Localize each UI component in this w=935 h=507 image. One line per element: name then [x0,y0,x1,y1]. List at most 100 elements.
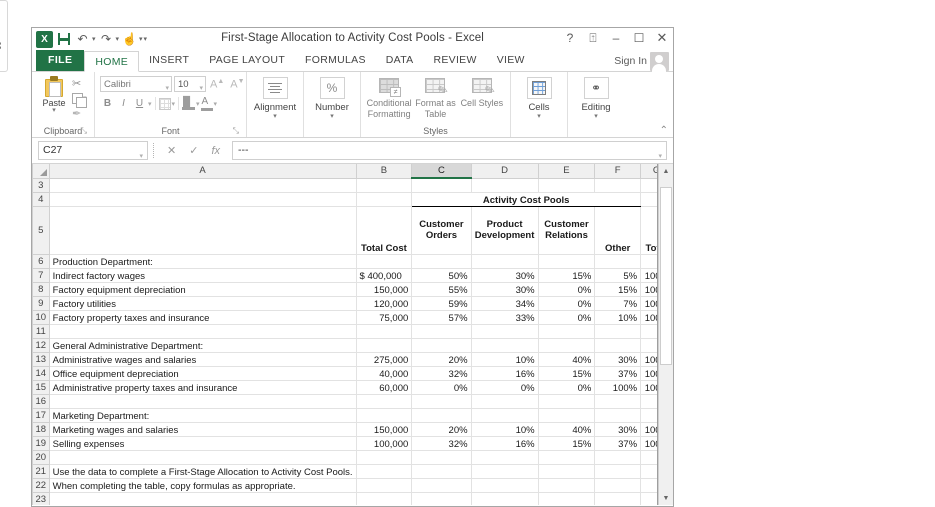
cell-c14[interactable]: 32% [411,365,472,381]
font-color-caret-icon[interactable]: ▾ [214,100,218,108]
cell-b13[interactable]: 275,000 [355,351,413,367]
cell-c15[interactable]: 0% [411,379,472,395]
cell-e11[interactable] [537,323,596,339]
cell-e18[interactable]: 40% [537,421,596,437]
cell-b12[interactable] [355,337,413,353]
ribbon-display-options-button[interactable]: ⍐ [586,31,600,46]
row-header-5[interactable]: 5 [32,205,50,255]
cell-b22[interactable] [355,477,413,493]
cell-f6[interactable] [594,253,642,269]
alignment-button[interactable]: Alignment ▾ [252,74,298,120]
cell-f19[interactable]: 37% [594,435,642,451]
cell-e7[interactable]: 15% [537,267,596,283]
row-header-3[interactable]: 3 [32,177,50,193]
cell-f21[interactable] [594,463,642,479]
cell-b17[interactable] [355,407,413,423]
paste-button[interactable]: Paste ▾ [37,74,71,114]
tab-insert[interactable]: INSERT [139,50,199,71]
cell-f11[interactable] [594,323,642,339]
cell-c18[interactable]: 20% [411,421,472,437]
cell-a11[interactable] [48,323,357,339]
borders-caret-icon[interactable]: ▾ [172,100,176,108]
formula-input[interactable]: --- ▾ [232,141,667,160]
cell-f10[interactable]: 10% [594,309,642,325]
cell-c11[interactable] [411,323,472,339]
cell-e22[interactable] [537,477,596,493]
tab-page-layout[interactable]: PAGE LAYOUT [199,50,295,71]
cell-d3[interactable] [470,177,539,193]
cell-c10[interactable]: 57% [411,309,472,325]
cells-button[interactable]: Cells ▾ [516,74,562,120]
cell-f5-other[interactable]: Other [594,205,642,255]
insert-function-icon[interactable]: fx [211,145,220,157]
cell-c12[interactable] [411,337,472,353]
cell-e9[interactable]: 0% [537,295,596,311]
cell-b23[interactable] [355,491,413,505]
cell-c19[interactable]: 32% [411,435,472,451]
cell-f7[interactable]: 5% [594,267,642,283]
scrollbar-thumb[interactable] [660,187,672,365]
cell-c13[interactable]: 20% [411,351,472,367]
row-header-9[interactable]: 9 [32,295,50,311]
cell-e19[interactable]: 15% [537,435,596,451]
cell-d23[interactable] [470,491,539,505]
cell-b15[interactable]: 60,000 [355,379,413,395]
alignment-caret-icon[interactable]: ▾ [273,113,277,120]
font-size-caret-icon[interactable]: ▾ [199,81,203,96]
cell-c8[interactable]: 55% [411,281,472,297]
restore-button[interactable]: ☐ [632,31,646,45]
cell-a7[interactable]: Indirect factory wages [48,267,357,283]
row-header-15[interactable]: 15 [32,379,50,395]
cell-b16[interactable] [355,393,413,409]
cell-a12[interactable]: General Administrative Department: [48,337,357,353]
cell-b14[interactable]: 40,000 [355,365,413,381]
decrease-font-size-icon[interactable]: A▼ [228,78,246,91]
cell-a23[interactable] [48,491,357,505]
number-button[interactable]: % Number ▾ [309,74,355,120]
enter-formula-icon[interactable]: ✓ [189,144,198,157]
row-header-10[interactable]: 10 [32,309,50,325]
cell-a15[interactable]: Administrative property taxes and insura… [48,379,357,395]
cell-c6[interactable] [411,253,472,269]
cell-d16[interactable] [470,393,539,409]
cell-d19[interactable]: 16% [470,435,539,451]
cell-a13[interactable]: Administrative wages and salaries [48,351,357,367]
cell-d20[interactable] [470,449,539,465]
select-all-corner[interactable] [32,164,50,179]
cell-c17[interactable] [411,407,472,423]
cell-e12[interactable] [537,337,596,353]
editing-caret-icon[interactable]: ▾ [594,113,598,120]
column-header-c[interactable]: C [411,164,472,179]
editing-button[interactable]: ⚭ Editing ▾ [573,74,619,120]
conditional-formatting-button[interactable]: ≠ Conditional Formatting [366,74,412,120]
row-header-19[interactable]: 19 [32,435,50,451]
row-header-21[interactable]: 21 [32,463,50,479]
cell-b10[interactable]: 75,000 [355,309,413,325]
cell-d8[interactable]: 30% [470,281,539,297]
cell-a9[interactable]: Factory utilities [48,295,357,311]
cell-a8[interactable]: Factory equipment depreciation [48,281,357,297]
cell-d17[interactable] [470,407,539,423]
cell-f16[interactable] [594,393,642,409]
cell-d21[interactable] [470,463,539,479]
cell-b9[interactable]: 120,000 [355,295,413,311]
row-header-23[interactable]: 23 [32,491,50,505]
borders-icon[interactable] [158,97,171,110]
cell-a14[interactable]: Office equipment depreciation [48,365,357,381]
cell-f8[interactable]: 15% [594,281,642,297]
cell-d5-product-development[interactable]: Product Development [470,205,539,255]
cell-f13[interactable]: 30% [594,351,642,367]
row-header-11[interactable]: 11 [32,323,50,339]
cell-f14[interactable]: 37% [594,365,642,381]
fill-color-icon[interactable]: █ [182,97,196,110]
cell-d22[interactable] [470,477,539,493]
cell-a16[interactable] [48,393,357,409]
cell-f22[interactable] [594,477,642,493]
cell-e10[interactable]: 0% [537,309,596,325]
column-header-d[interactable]: D [470,164,539,179]
formula-expand-caret-icon[interactable]: ▾ [658,148,662,165]
font-color-icon[interactable]: A [200,96,213,111]
italic-button[interactable]: I [116,96,131,111]
underline-button[interactable]: U [132,96,147,111]
font-dialog-launcher-icon[interactable]: ⤡ [233,125,239,137]
